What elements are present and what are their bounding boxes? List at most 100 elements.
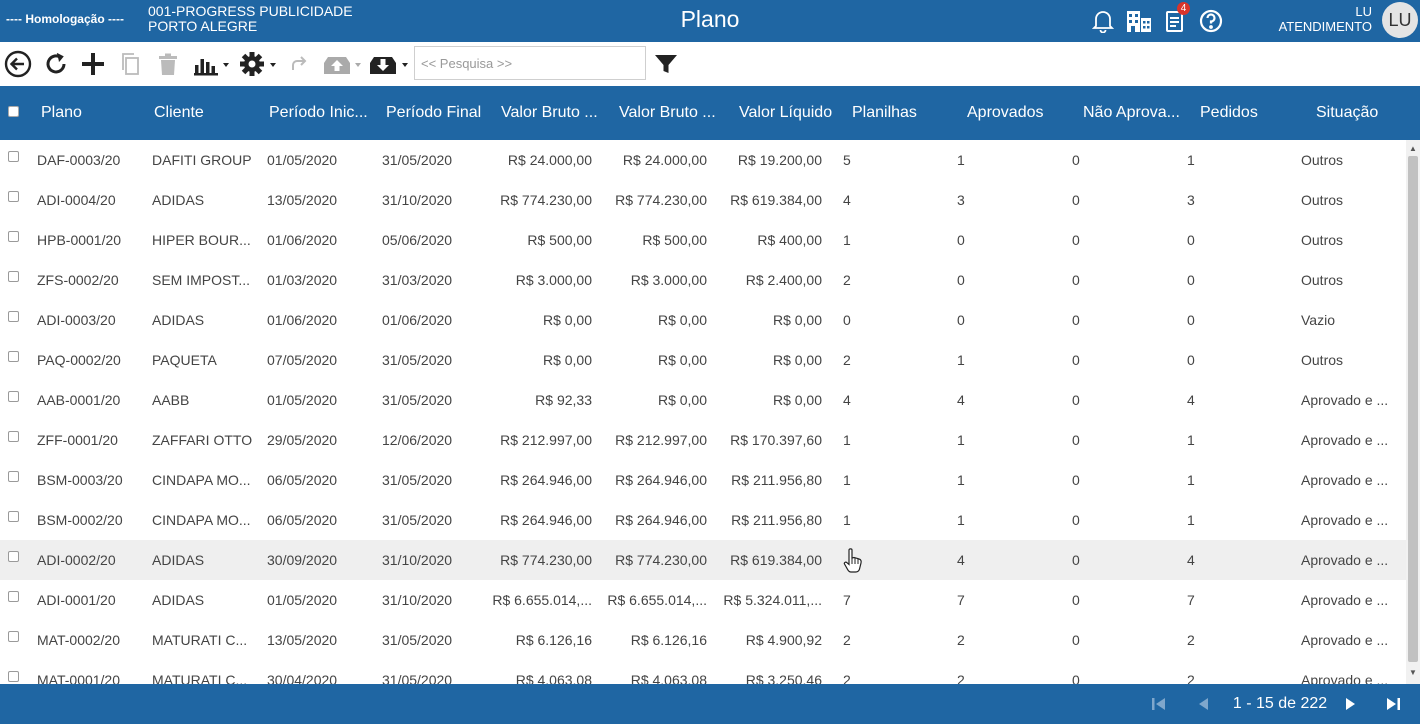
chart-dropdown-button[interactable] [191, 48, 233, 80]
help-icon[interactable] [1196, 6, 1226, 36]
cell-nao-aprovados: 0 [1072, 272, 1080, 288]
cell-pedidos: 2 [1187, 672, 1195, 684]
column-header-pedidos[interactable]: Pedidos [1200, 86, 1258, 140]
row-checkbox[interactable] [8, 471, 19, 482]
cell-valor-bruto-1: R$ 264.946,00 [500, 512, 592, 528]
table-row[interactable]: BSM-0002/20 CINDAPA MO... 06/05/2020 31/05/… [0, 500, 1406, 540]
table-row[interactable]: BSM-0003/20 CINDAPA MO... 06/05/2020 31/05/… [0, 460, 1406, 500]
select-all-checkbox[interactable] [8, 106, 19, 117]
document-icon[interactable]: 4 [1160, 2, 1190, 36]
avatar[interactable]: LU [1382, 2, 1418, 38]
row-checkbox[interactable] [8, 591, 19, 602]
column-header-cliente[interactable]: Cliente [154, 86, 204, 140]
cell-planilhas: 5 [843, 152, 851, 168]
cell-valor-bruto-1: R$ 3.000,00 [515, 272, 592, 288]
cell-cliente: ADIDAS [152, 192, 205, 208]
column-header-plano[interactable]: Plano [41, 86, 82, 140]
scroll-up-arrow-icon[interactable]: ▲ [1406, 142, 1420, 156]
row-checkbox[interactable] [8, 311, 19, 322]
table-row[interactable]: PAQ-0002/20 PAQUETA 07/05/2020 31/05/2020 R$… [0, 340, 1406, 380]
scroll-down-arrow-icon[interactable]: ▼ [1406, 666, 1420, 680]
cell-cliente: ADIDAS [152, 552, 205, 568]
row-checkbox[interactable] [8, 551, 19, 562]
pager-bar: 1 - 15 de 222 [0, 684, 1420, 724]
row-checkbox[interactable] [8, 631, 19, 642]
row-checkbox[interactable] [8, 231, 19, 242]
table-row[interactable]: ADI-0004/20 ADIDAS 13/05/2020 31/10/2020 R$ … [0, 180, 1406, 220]
user-info[interactable]: LU ATENDIMENTO [1279, 4, 1372, 34]
row-checkbox[interactable] [8, 351, 19, 362]
cell-planilhas: 4 [843, 392, 851, 408]
cell-nao-aprovados: 0 [1072, 552, 1080, 568]
cell-plano: ZFS-0002/20 [37, 272, 119, 288]
settings-dropdown-button[interactable] [238, 48, 280, 80]
page-indicator: 1 - 15 de 222 [1232, 695, 1328, 712]
cell-nao-aprovados: 0 [1072, 152, 1080, 168]
column-header-periodo-final[interactable]: Período Final [386, 86, 481, 140]
bell-icon[interactable] [1088, 6, 1118, 36]
cell-plano: BSM-0002/20 [37, 512, 123, 528]
cell-nao-aprovados: 0 [1072, 472, 1080, 488]
column-header-periodo-inicial[interactable]: Período Inic... [269, 86, 368, 140]
cell-aprovados: 3 [957, 192, 965, 208]
table-header: Plano Cliente Período Inic... Período Fi… [0, 86, 1420, 140]
table-row[interactable]: MAT-0001/20 MATURATI C... 30/04/2020 31/05/… [0, 660, 1406, 684]
cell-periodo-inicial: 30/04/2020 [267, 672, 338, 684]
cell-periodo-inicial: 01/05/2020 [267, 152, 338, 168]
cell-nao-aprovados: 0 [1072, 592, 1080, 608]
column-header-aprovados[interactable]: Aprovados [967, 86, 1044, 140]
filter-icon[interactable] [652, 48, 680, 80]
scrollbar-thumb[interactable] [1408, 156, 1418, 662]
add-icon[interactable] [77, 48, 109, 80]
cell-nao-aprovados: 0 [1072, 192, 1080, 208]
next-page-icon[interactable] [1340, 694, 1362, 714]
cell-situacao: Aprovado e ... [1301, 592, 1389, 608]
back-icon[interactable] [2, 48, 34, 80]
column-header-planilhas[interactable]: Planilhas [852, 86, 917, 140]
table-row[interactable]: ZFS-0002/20 SEM IMPOST... 01/03/2020 31/03/… [0, 260, 1406, 300]
search-input[interactable] [414, 46, 646, 80]
column-header-situacao[interactable]: Situação [1316, 86, 1378, 140]
company-info[interactable]: 001-PROGRESS PUBLICIDADE PORTO ALEGRE [148, 4, 353, 34]
row-checkbox[interactable] [8, 511, 19, 522]
row-checkbox[interactable] [8, 191, 19, 202]
cell-valor-liquido: R$ 4.900,92 [745, 632, 822, 648]
cell-plano: MAT-0002/20 [37, 632, 121, 648]
table-row[interactable]: ADI-0003/20 ADIDAS 01/06/2020 01/06/2020 R$ … [0, 300, 1406, 340]
vertical-scrollbar[interactable]: ▲ ▼ [1406, 140, 1420, 684]
table-row[interactable]: DAF-0003/20 DAFITI GROUP 01/05/2020 31/05/2… [0, 140, 1406, 180]
column-header-valor-liquido[interactable]: Valor Líquido [739, 86, 832, 140]
table-row[interactable]: ADI-0002/20 ADIDAS 30/09/2020 31/10/2020 R$ … [0, 540, 1406, 580]
cell-aprovados: 7 [957, 592, 965, 608]
cell-valor-bruto-2: R$ 4.063,08 [630, 672, 707, 684]
refresh-icon[interactable] [40, 48, 72, 80]
cell-situacao: Aprovado e ... [1301, 632, 1389, 648]
last-page-icon[interactable] [1382, 694, 1404, 714]
column-header-valor-bruto-1[interactable]: Valor Bruto ... [501, 86, 598, 140]
table-row[interactable]: ADI-0001/20 ADIDAS 01/05/2020 31/10/2020 R$ … [0, 580, 1406, 620]
row-checkbox[interactable] [8, 431, 19, 442]
cell-situacao: Aprovado e ... [1301, 392, 1389, 408]
table-row[interactable]: AAB-0001/20 AABB 01/05/2020 31/05/2020 R$ 92… [0, 380, 1406, 420]
cell-valor-bruto-2: R$ 264.946,00 [615, 472, 707, 488]
cell-plano: ADI-0002/20 [37, 552, 116, 568]
trash-icon [153, 48, 183, 80]
table-row[interactable]: MAT-0002/20 MATURATI C... 13/05/2020 31/05/… [0, 620, 1406, 660]
cell-valor-bruto-1: R$ 92,33 [535, 392, 592, 408]
cell-pedidos: 1 [1187, 152, 1195, 168]
column-header-valor-bruto-2[interactable]: Valor Bruto ... [619, 86, 716, 140]
table-row[interactable]: HPB-0001/20 HIPER BOUR... 01/06/2020 05/06/… [0, 220, 1406, 260]
row-checkbox[interactable] [8, 391, 19, 402]
building-icon[interactable] [1124, 6, 1154, 36]
user-name: LU [1355, 4, 1372, 19]
cell-situacao: Outros [1301, 192, 1344, 208]
download-tray-dropdown[interactable] [368, 48, 412, 80]
cell-nao-aprovados: 0 [1072, 512, 1080, 528]
row-checkbox[interactable] [8, 151, 19, 162]
row-checkbox[interactable] [8, 271, 19, 282]
column-header-nao-aprovados[interactable]: Não Aprova... [1083, 86, 1180, 140]
table-row[interactable]: ZFF-0001/20 ZAFFARI OTTO 29/05/2020 12/06/2… [0, 420, 1406, 460]
cell-cliente: SEM IMPOST... [152, 272, 251, 288]
cell-periodo-inicial: 13/05/2020 [267, 632, 338, 648]
row-checkbox[interactable] [8, 671, 19, 682]
